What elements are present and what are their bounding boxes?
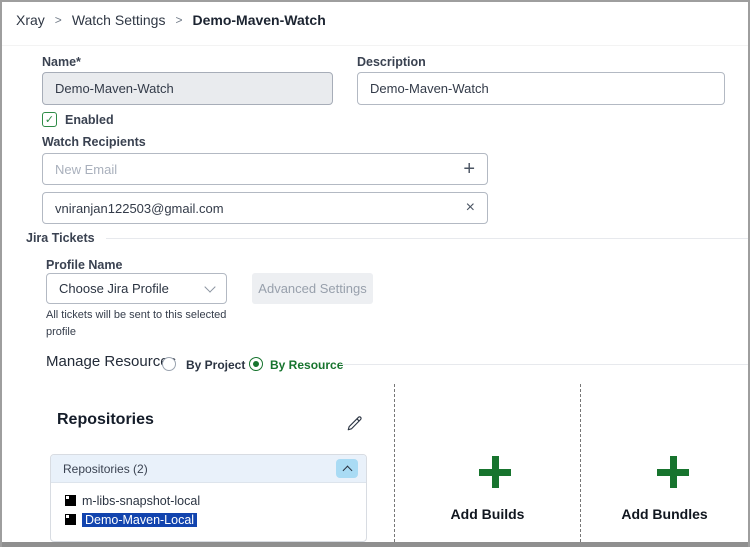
manage-resources-label: Manage Resources bbox=[46, 353, 177, 370]
by-resource-radio[interactable] bbox=[249, 357, 263, 371]
add-bundles-zone[interactable]: Add Bundles bbox=[581, 384, 748, 544]
repositories-heading: Repositories bbox=[57, 411, 154, 428]
name-input[interactable] bbox=[42, 72, 333, 105]
watch-recipients-label: Watch Recipients bbox=[42, 135, 146, 149]
add-builds-zone[interactable]: Add Builds bbox=[395, 384, 580, 544]
repo-list-item-selected[interactable]: Demo-Maven-Local bbox=[65, 510, 366, 529]
add-bundles-label: Add Bundles bbox=[621, 506, 708, 522]
by-project-radio-label[interactable]: By Project bbox=[186, 358, 245, 372]
by-project-radio[interactable] bbox=[162, 357, 176, 371]
repositories-group-header[interactable]: Repositories (2) bbox=[51, 455, 366, 483]
breadcrumb-separator-icon: > bbox=[175, 13, 183, 27]
repo-list-item[interactable]: m-libs-snapshot-local bbox=[65, 491, 366, 510]
breadcrumb-current-watch: Demo-Maven-Watch bbox=[192, 12, 326, 28]
breadcrumb: Xray > Watch Settings > Demo-Maven-Watch bbox=[16, 12, 326, 28]
breadcrumb-xray[interactable]: Xray bbox=[16, 12, 45, 28]
jira-tickets-section-label: Jira Tickets bbox=[26, 231, 95, 245]
breadcrumb-divider bbox=[2, 45, 748, 46]
chevron-up-icon bbox=[342, 465, 352, 475]
add-email-plus-icon[interactable]: + bbox=[463, 159, 475, 179]
by-resource-radio-label[interactable]: By Resource bbox=[270, 358, 343, 372]
package-icon bbox=[65, 514, 76, 525]
repositories-panel: Repositories (2) m-libs-snapshot-local D… bbox=[50, 454, 367, 542]
breadcrumb-separator-icon: > bbox=[54, 13, 62, 27]
profile-name-label: Profile Name bbox=[46, 258, 123, 272]
new-email-row: + bbox=[42, 153, 488, 185]
enabled-checkbox[interactable]: ✓ bbox=[42, 112, 57, 127]
add-builds-plus-icon[interactable] bbox=[479, 456, 511, 488]
bottom-scrollbar[interactable] bbox=[2, 542, 748, 547]
repo-item-label: m-libs-snapshot-local bbox=[82, 493, 201, 508]
radio-dot bbox=[253, 361, 259, 367]
remove-email-close-icon[interactable]: × bbox=[466, 200, 475, 216]
description-label: Description bbox=[357, 55, 426, 69]
advanced-settings-button[interactable]: Advanced Settings bbox=[252, 273, 373, 304]
repositories-group-title: Repositories (2) bbox=[63, 461, 148, 476]
add-bundles-plus-icon[interactable] bbox=[657, 456, 689, 488]
add-builds-label: Add Builds bbox=[450, 506, 525, 522]
new-email-input[interactable] bbox=[55, 161, 464, 177]
name-label: Name* bbox=[42, 55, 81, 69]
jira-profile-select[interactable]: Choose Jira Profile bbox=[46, 273, 227, 304]
recipient-email: vniranjan122503@gmail.com bbox=[55, 200, 224, 216]
description-input[interactable] bbox=[357, 72, 725, 105]
breadcrumb-watch-settings[interactable]: Watch Settings bbox=[72, 12, 166, 28]
enabled-label: Enabled bbox=[65, 113, 114, 127]
edit-icon[interactable] bbox=[346, 414, 364, 437]
jira-profile-selected-value: Choose Jira Profile bbox=[59, 281, 169, 296]
watch-settings-page: Xray > Watch Settings > Demo-Maven-Watch… bbox=[0, 0, 750, 547]
collapse-button[interactable] bbox=[336, 459, 358, 478]
package-icon bbox=[65, 495, 76, 506]
jira-section-divider bbox=[106, 238, 748, 239]
chevron-down-icon bbox=[204, 281, 216, 293]
repositories-list: m-libs-snapshot-local Demo-Maven-Local bbox=[51, 483, 366, 529]
manage-resources-divider bbox=[340, 364, 748, 365]
jira-helper-text: All tickets will be sent to this selecte… bbox=[46, 309, 227, 338]
repo-item-label: Demo-Maven-Local bbox=[82, 512, 198, 527]
recipient-row: vniranjan122503@gmail.com × bbox=[42, 192, 488, 224]
